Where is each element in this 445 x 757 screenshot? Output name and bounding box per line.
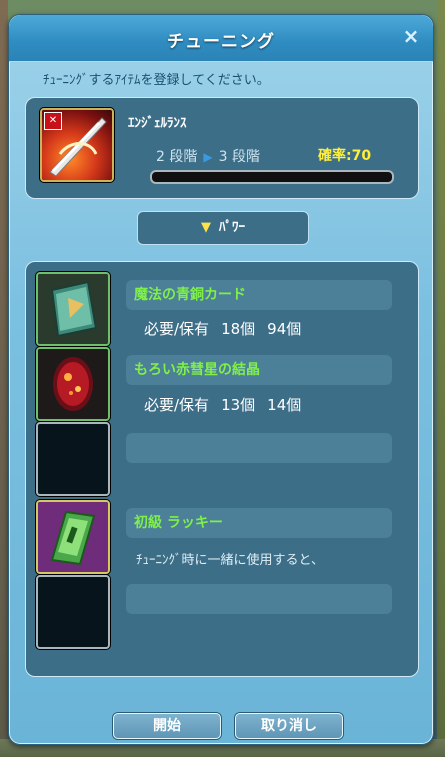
background-right bbox=[437, 0, 445, 757]
bronze-card-icon bbox=[38, 274, 108, 344]
success-rate: 確率:70 bbox=[318, 148, 372, 164]
to-stage: 3 段階 bbox=[218, 149, 260, 165]
stage-row: 2 段階 ▶ 3 段階 bbox=[156, 146, 260, 166]
required-count: 18個 bbox=[221, 320, 256, 338]
progress-bar bbox=[150, 170, 394, 184]
power-label: ﾊﾟﾜｰ bbox=[219, 220, 245, 235]
requirement-label: 必要/保有 bbox=[144, 396, 210, 414]
stage-arrow-icon: ▶ bbox=[203, 150, 213, 164]
from-stage: 2 段階 bbox=[156, 149, 198, 165]
material-slot-3-empty[interactable] bbox=[36, 422, 110, 496]
background-left bbox=[0, 0, 8, 757]
lucky-ticket-icon bbox=[38, 502, 108, 572]
start-button[interactable]: 開始 bbox=[113, 713, 221, 739]
dropdown-triangle-icon: ▼ bbox=[201, 220, 211, 235]
tuning-window: チューニング × ﾁｭｰﾆﾝｸﾞするｱｲﾃﾑを登録してください。 ✕ ｴﾝｼﾞｪ… bbox=[8, 14, 434, 745]
material-slot-1[interactable] bbox=[36, 272, 110, 346]
material-slot-5-empty[interactable] bbox=[36, 575, 110, 649]
material-name-4: 初級 ラッキー bbox=[126, 508, 392, 538]
target-item-panel: ✕ ｴﾝｼﾞｪﾙﾗﾝｽ 2 段階 ▶ 3 段階 確率:70 bbox=[25, 97, 419, 199]
owned-count: 94個 bbox=[267, 320, 302, 338]
requirement-label: 必要/保有 bbox=[144, 320, 210, 338]
red-crystal-icon bbox=[38, 349, 108, 419]
material-name-2: もろい赤彗星の結晶 bbox=[126, 355, 392, 385]
material-name-3-empty bbox=[126, 433, 392, 463]
power-dropdown-button[interactable]: ▼ ﾊﾟﾜｰ bbox=[137, 211, 309, 245]
material-description-4: ﾁｭｰﾆﾝｸﾞ時に一緒に使用すると、 bbox=[136, 553, 324, 568]
required-count: 13個 bbox=[221, 396, 256, 414]
red-x-mark-icon: ✕ bbox=[44, 112, 62, 130]
title-bar[interactable]: チューニング × bbox=[9, 15, 433, 62]
target-item-name: ｴﾝｼﾞｪﾙﾗﾝｽ bbox=[128, 116, 187, 131]
material-slot-2[interactable] bbox=[36, 347, 110, 421]
cancel-button[interactable]: 取り消し bbox=[235, 713, 343, 739]
material-name-1: 魔法の青銅カード bbox=[126, 280, 392, 310]
materials-panel: 魔法の青銅カード 必要/保有 18個 94個 もろい赤彗星の結晶 必要/保有 13個 1… bbox=[25, 261, 419, 677]
material-requirement-2: 必要/保有 13個 14個 bbox=[144, 394, 301, 415]
material-slot-4[interactable] bbox=[36, 500, 110, 574]
close-icon[interactable]: × bbox=[401, 26, 421, 46]
target-item-slot[interactable]: ✕ bbox=[40, 108, 114, 182]
material-name-5-empty bbox=[126, 584, 392, 614]
window-title: チューニング bbox=[167, 32, 275, 52]
material-requirement-1: 必要/保有 18個 94個 bbox=[144, 318, 301, 339]
instruction-text: ﾁｭｰﾆﾝｸﾞするｱｲﾃﾑを登録してください。 bbox=[43, 73, 270, 88]
owned-count: 14個 bbox=[267, 396, 302, 414]
